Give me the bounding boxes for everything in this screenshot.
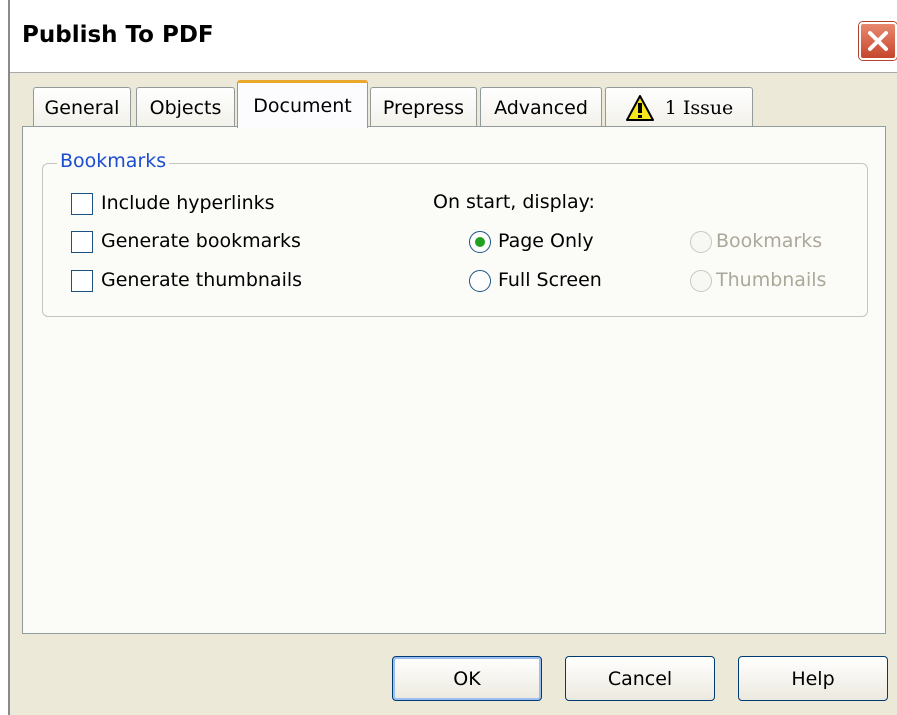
tab-label: Document (253, 94, 352, 117)
bookmarks-radio-label: Bookmarks (716, 230, 823, 252)
bookmarks-radio[interactable] (690, 231, 712, 253)
thumbnails-radio-label: Thumbnails (716, 269, 827, 291)
tab-document[interactable]: Document (237, 80, 368, 128)
page-only-radio[interactable] (469, 231, 491, 253)
tab-issues[interactable]: 1 Issue (605, 87, 753, 127)
tab-prepress[interactable]: Prepress (370, 87, 477, 127)
generate-bookmarks-checkbox[interactable] (71, 231, 93, 253)
generate-thumbnails-label: Generate thumbnails (101, 269, 303, 291)
full-screen-radio[interactable] (469, 270, 491, 292)
help-button[interactable]: Help (738, 656, 888, 701)
tab-advanced[interactable]: Advanced (480, 87, 602, 127)
selected-dot (475, 237, 485, 247)
tab-label: Objects (149, 96, 222, 119)
tab-label: Advanced (494, 96, 588, 119)
warning-icon (625, 94, 655, 122)
thumbnails-radio[interactable] (690, 270, 712, 292)
page-only-label: Page Only (498, 230, 594, 252)
title-bar: Publish To PDF (10, 0, 897, 73)
close-button[interactable] (859, 22, 897, 60)
generate-bookmarks-label: Generate bookmarks (101, 230, 301, 252)
tab-label: General (44, 96, 120, 119)
close-icon (868, 31, 888, 51)
cancel-button[interactable]: Cancel (565, 656, 715, 701)
window-title: Publish To PDF (22, 22, 214, 48)
tab-label: 1 Issue (664, 96, 734, 119)
generate-thumbnails-checkbox[interactable] (71, 270, 93, 292)
help-button-label: Help (791, 667, 835, 690)
start-display-label: On start, display: (433, 191, 595, 213)
cancel-button-label: Cancel (607, 667, 673, 690)
include-hyperlinks-checkbox[interactable] (71, 193, 93, 215)
full-screen-label: Full Screen (498, 269, 602, 291)
include-hyperlinks-label: Include hyperlinks (101, 192, 275, 214)
tab-general[interactable]: General (33, 87, 131, 127)
tab-label: Prepress (382, 96, 465, 119)
ok-button-label: OK (453, 667, 481, 690)
ok-button[interactable]: OK (392, 656, 542, 701)
tab-objects[interactable]: Objects (136, 87, 235, 127)
bookmarks-group-label: Bookmarks (57, 150, 170, 172)
